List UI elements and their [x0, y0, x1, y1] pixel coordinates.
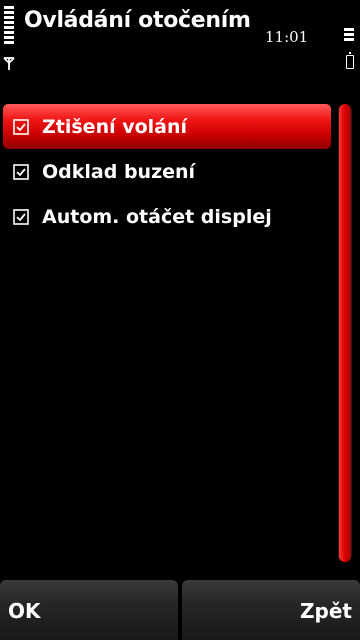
- settings-list: Ztišení volání Odklad buzení Autom. otáč…: [0, 104, 336, 239]
- list-item-ztiseni-volani[interactable]: Ztišení volání: [0, 104, 336, 149]
- checkbox-checked-icon: [13, 163, 29, 180]
- list-item-label: Autom. otáčet displej: [42, 205, 272, 228]
- checkbox-checked-icon: [13, 118, 29, 135]
- back-button-label: Zpět: [300, 599, 352, 623]
- scrollbar-thumb[interactable]: [339, 104, 351, 562]
- clock: 11:01: [265, 28, 309, 46]
- checkbox-checked-icon: [13, 208, 29, 225]
- ok-button-label: OK: [8, 599, 41, 623]
- page-title: Ovládání otočením: [24, 8, 251, 33]
- list-item-odklad-buzeni[interactable]: Odklad buzení: [0, 149, 336, 194]
- antenna-icon: [3, 57, 15, 70]
- back-button[interactable]: Zpět: [182, 580, 360, 640]
- battery-icon: [346, 52, 354, 69]
- list-item-label: Ztišení volání: [42, 115, 188, 138]
- battery-level-icon: [344, 28, 354, 46]
- list-item-autom-otacet-displej[interactable]: Autom. otáčet displej: [0, 194, 336, 239]
- ok-button[interactable]: OK: [0, 580, 178, 640]
- scrollbar[interactable]: [338, 104, 352, 562]
- list-item-label: Odklad buzení: [42, 160, 196, 183]
- signal-strength-icon: [4, 6, 14, 44]
